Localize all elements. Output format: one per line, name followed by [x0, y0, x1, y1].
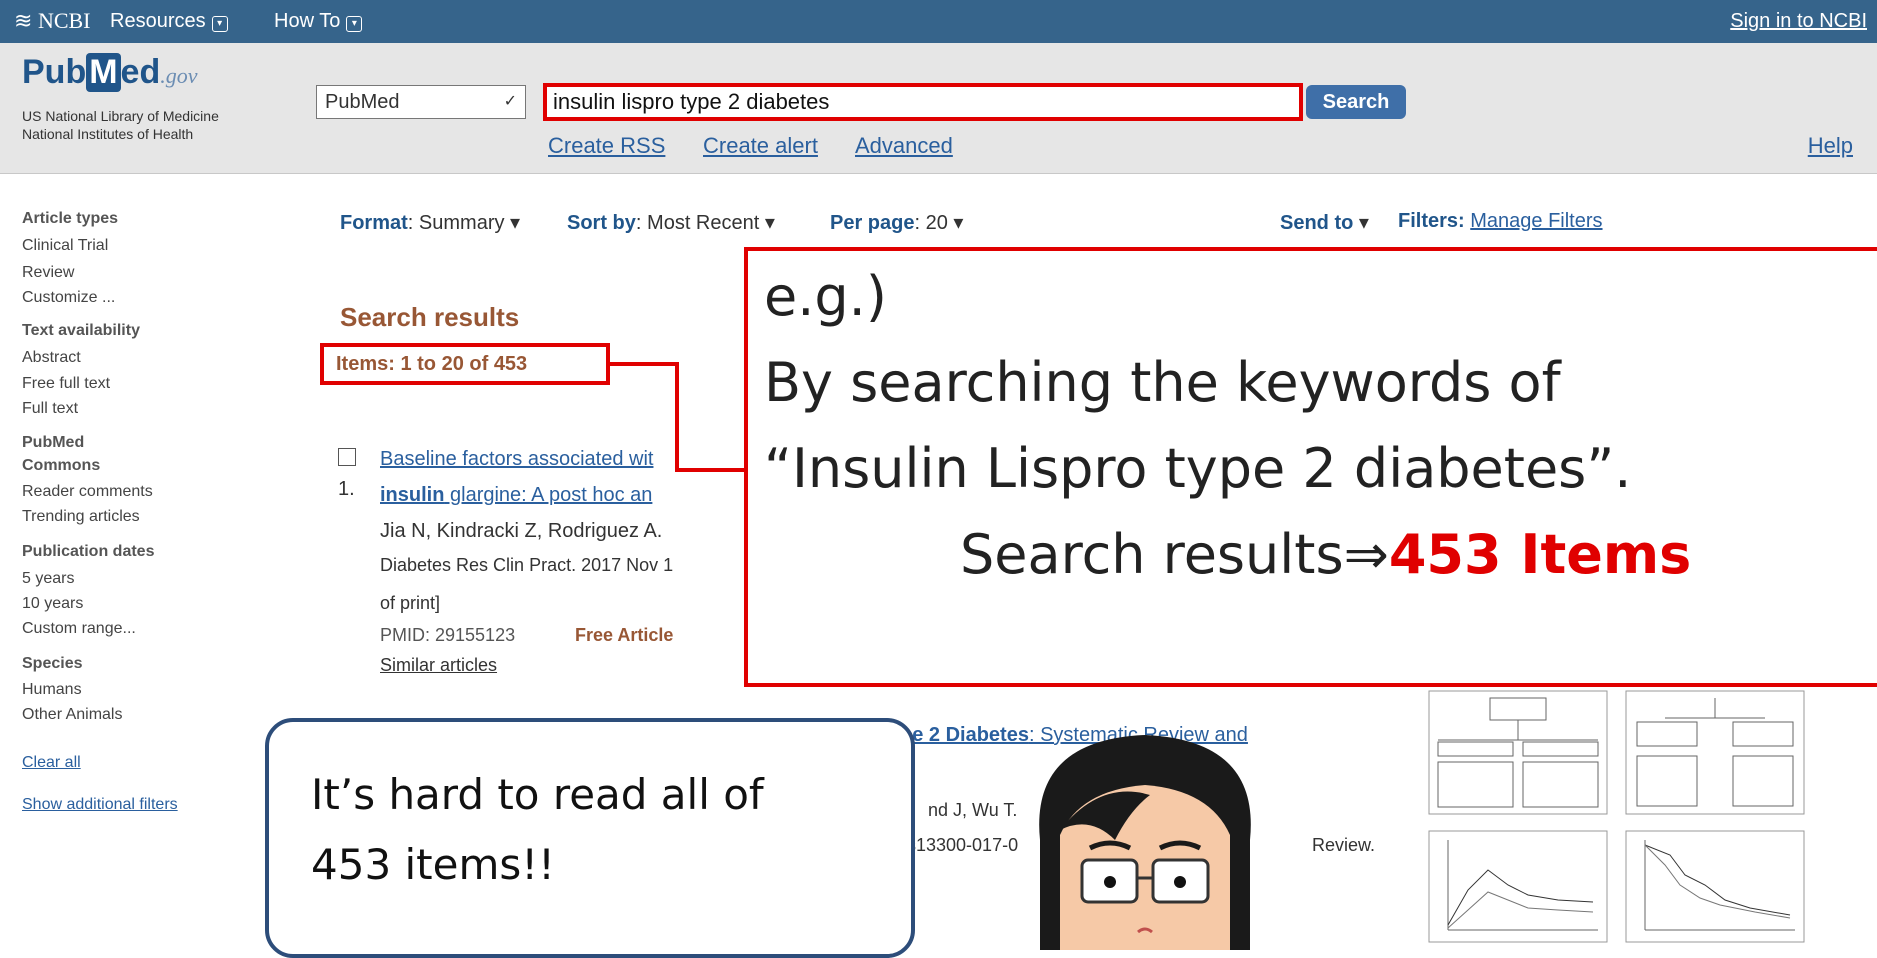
figure-thumbnail[interactable] — [1625, 830, 1805, 943]
filter-reader-comments[interactable]: Reader comments — [22, 483, 153, 501]
filter-heading-article-types: Article types — [22, 210, 119, 227]
free-article-badge: Free Article — [575, 625, 674, 645]
connector-line — [675, 362, 679, 472]
filter-heading-commons: Commons — [22, 457, 101, 474]
callout-line1: By searching the keywords of — [764, 351, 1561, 414]
filter-heading-pubmed: PubMed — [22, 434, 85, 451]
result-title-link[interactable]: insulin glargine: A post hoc an — [380, 484, 652, 507]
pubmed-header: PubMed.gov US National Library of Medici… — [0, 43, 1877, 174]
similar-articles-link[interactable]: Similar articles — [380, 655, 497, 676]
pubmed-logo[interactable]: PubMed.gov — [22, 53, 198, 92]
sign-in-link[interactable]: Sign in to NCBI — [1730, 10, 1867, 33]
speech-bubble: It’s hard to read all of 453 items!! — [265, 718, 915, 958]
result-title-link[interactable]: Baseline factors associated wit — [380, 448, 653, 471]
result-authors: nd J, Wu T. — [928, 800, 1018, 820]
bubble-line2: 453 items!! — [311, 840, 555, 889]
advanced-link[interactable]: Advanced — [855, 133, 953, 159]
filter-custom-range[interactable]: Custom range... — [22, 620, 136, 638]
filter-heading-publication-dates: Publication dates — [22, 543, 155, 560]
result-number: 1. — [338, 478, 355, 500]
ncbi-topbar: ≋ NCBI Resources ▾ How To ▾ Sign in to NCB… — [0, 0, 1877, 43]
figure-thumbnail[interactable] — [1428, 690, 1608, 815]
bubble-line1: It’s hard to read all of — [311, 770, 764, 819]
manage-filters-link[interactable]: Manage Filters — [1470, 210, 1602, 232]
filter-abstract[interactable]: Abstract — [22, 349, 81, 367]
per-page-dropdown[interactable]: Per page: 20 ▾ — [830, 210, 963, 235]
result-journal: of print] — [380, 593, 441, 613]
database-select[interactable]: PubMed ✓ — [316, 85, 526, 119]
resources-menu[interactable]: Resources ▾ — [110, 10, 228, 33]
callout-eg: e.g.) — [764, 265, 887, 328]
search-input[interactable]: insulin lispro type 2 diabetes — [543, 83, 1303, 121]
filter-humans[interactable]: Humans — [22, 681, 82, 699]
create-rss-link[interactable]: Create RSS — [548, 133, 665, 159]
filter-heading-text-availability: Text availability — [22, 322, 140, 339]
figure-thumbnail[interactable] — [1428, 830, 1608, 943]
chevron-down-icon: ✓ — [503, 93, 517, 110]
filter-other-animals[interactable]: Other Animals — [22, 706, 122, 724]
clear-all-link[interactable]: Clear all — [22, 754, 81, 772]
send-to-dropdown[interactable]: Send to ▾ — [1280, 210, 1369, 235]
callout-line2: “Insulin Lispro type 2 diabetes”. — [764, 437, 1632, 500]
filters-bar: Filters: Manage Filters — [1398, 210, 1603, 232]
search-button[interactable]: Search — [1306, 85, 1406, 119]
result-doi: /s13300-017-0 — [902, 835, 1019, 855]
format-dropdown[interactable]: Format: Summary ▾ — [340, 210, 520, 235]
chevron-down-icon: ▾ — [211, 16, 228, 32]
filter-review[interactable]: Review — [22, 264, 74, 282]
nih-text: National Institutes of Health — [22, 126, 194, 142]
ncbi-logo[interactable]: ≋ NCBI — [14, 8, 91, 34]
filter-full-text[interactable]: Full text — [22, 400, 78, 418]
filter-5-years[interactable]: 5 years — [22, 570, 74, 588]
result-type: Review. — [1312, 835, 1376, 855]
search-results-title: Search results — [340, 302, 520, 332]
create-alert-link[interactable]: Create alert — [703, 133, 818, 159]
filter-10-years[interactable]: 10 years — [22, 595, 83, 613]
result-pmid: PMID: 29155123 — [380, 625, 516, 645]
items-count: Items: 1 to 20 of 453 — [320, 343, 610, 385]
filter-trending-articles[interactable]: Trending articles — [22, 508, 140, 526]
character-illustration — [1039, 735, 1251, 950]
help-link[interactable]: Help — [1808, 133, 1853, 159]
callout-line3: Search results⇒453 Items — [960, 523, 1692, 586]
result-checkbox[interactable] — [338, 448, 356, 466]
sort-dropdown[interactable]: Sort by: Most Recent ▾ — [567, 210, 775, 235]
connector-line — [675, 468, 747, 472]
result-authors: Jia N, Kindracki Z, Rodriguez A. — [380, 520, 663, 542]
figure-thumbnail[interactable] — [1625, 690, 1805, 815]
filter-customize[interactable]: Customize ... — [22, 289, 115, 307]
show-additional-filters-link[interactable]: Show additional filters — [22, 796, 178, 814]
filter-free-full-text[interactable]: Free full text — [22, 375, 110, 393]
chevron-down-icon: ▾ — [346, 16, 363, 32]
filter-clinical-trial[interactable]: Clinical Trial — [22, 237, 108, 255]
callout-box: e.g.) By searching the keywords of “Insu… — [744, 247, 1877, 687]
result-journal: Diabetes Res Clin Pract. 2017 Nov 1 — [380, 555, 674, 575]
filter-heading-species: Species — [22, 655, 83, 672]
nlm-text: US National Library of Medicine — [22, 108, 219, 124]
howto-menu[interactable]: How To ▾ — [274, 10, 363, 33]
connector-line — [606, 362, 679, 366]
